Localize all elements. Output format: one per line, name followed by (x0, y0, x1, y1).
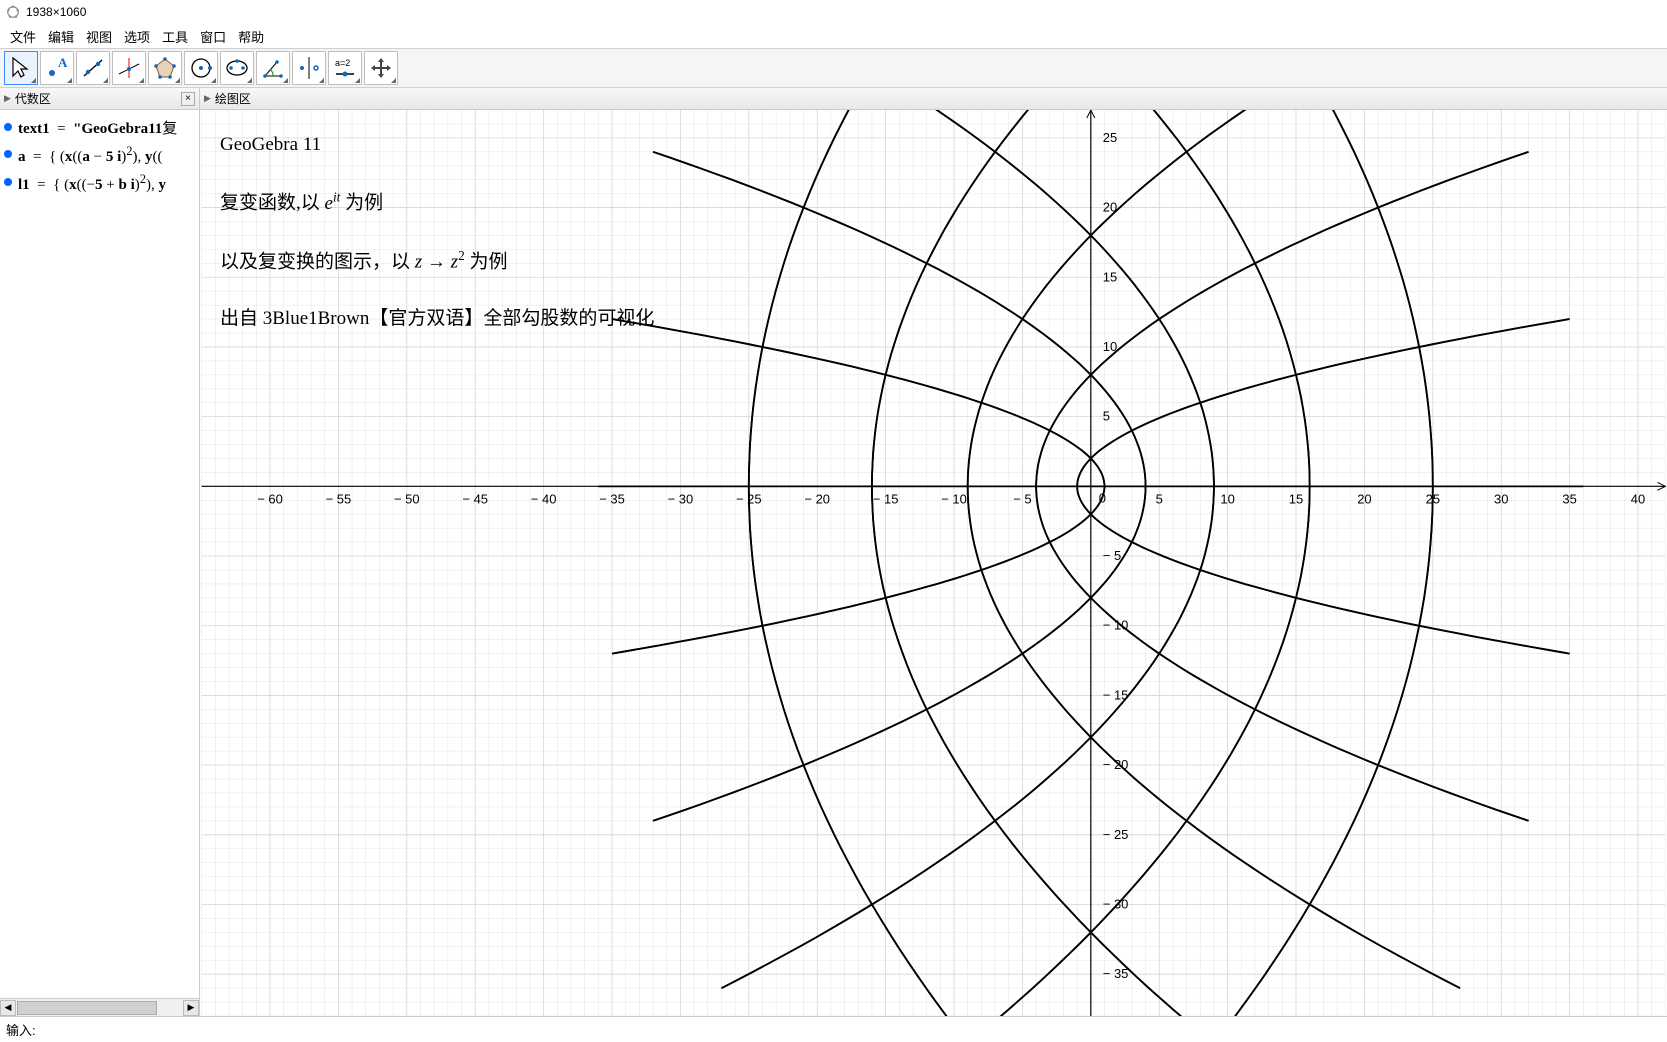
svg-text:− 25: − 25 (1103, 827, 1129, 842)
svg-text:40: 40 (1631, 491, 1645, 506)
scroll-right-icon[interactable]: ▶ (183, 1000, 199, 1016)
algebra-title: 代数区 (15, 90, 51, 107)
algebra-expr: l1 = { (x((−5 + b i)2), y (18, 172, 166, 194)
menu-edit[interactable]: 编辑 (44, 27, 78, 46)
tool-slider[interactable]: a=2 (328, 51, 362, 85)
input-label: 输入: (6, 1020, 36, 1039)
graphics-header[interactable]: ▶ 绘图区 (200, 88, 1667, 110)
tool-move[interactable] (4, 51, 38, 85)
window-dimensions: 1938×1060 (26, 5, 86, 19)
tool-polygon[interactable] (148, 51, 182, 85)
svg-text:− 10: − 10 (941, 491, 967, 506)
graphics-panel: ▶ 绘图区 − 60− 55− 50− 45− 40− 35− 30− 25− … (200, 88, 1667, 1016)
svg-text:− 50: − 50 (394, 491, 420, 506)
overlay-line4: 出自 3Blue1Brown【官方双语】全部勾股数的可视化 (220, 304, 654, 334)
algebra-list[interactable]: text1 = "GeoGebra11复 a = { (x((a − 5 i)2… (0, 110, 199, 998)
menu-bar: 文件 编辑 视图 选项 工具 窗口 帮助 (0, 24, 1667, 48)
algebra-expr: text1 = "GeoGebra11复 (18, 117, 177, 138)
tool-angle[interactable] (256, 51, 290, 85)
svg-text:− 60: − 60 (257, 491, 283, 506)
svg-text:− 20: − 20 (804, 491, 830, 506)
command-input[interactable] (40, 1020, 1661, 1040)
tool-line[interactable] (76, 51, 110, 85)
menu-view[interactable]: 视图 (82, 27, 116, 46)
geogebra-logo-icon (6, 5, 20, 19)
svg-text:− 15: − 15 (873, 491, 899, 506)
visibility-bullet-icon[interactable] (4, 178, 12, 186)
algebra-panel: ▶ 代数区 × text1 = "GeoGebra11复 a = { (x((a… (0, 88, 200, 1016)
svg-text:30: 30 (1494, 491, 1508, 506)
chevron-right-icon[interactable]: ▶ (4, 93, 11, 104)
tool-ellipse[interactable] (220, 51, 254, 85)
svg-text:− 35: − 35 (599, 491, 625, 506)
input-bar: 输入: (0, 1016, 1667, 1042)
svg-text:− 55: − 55 (326, 491, 352, 506)
algebra-item[interactable]: text1 = "GeoGebra11复 (2, 114, 197, 141)
overlay-text: GeoGebra 11 复变函数,以 eit 为例 以及复变换的图示，以 z →… (214, 126, 660, 364)
overlay-line3: 以及复变换的图示，以 z → z2 为例 (220, 245, 654, 278)
work-area: ▶ 代数区 × text1 = "GeoGebra11复 a = { (x((a… (0, 88, 1667, 1016)
tool-perpendicular[interactable] (112, 51, 146, 85)
algebra-item[interactable]: a = { (x((a − 5 i)2), y(( (2, 141, 197, 169)
tool-circle[interactable] (184, 51, 218, 85)
svg-text:− 30: − 30 (1103, 896, 1129, 911)
svg-text:35: 35 (1562, 491, 1576, 506)
svg-text:A: A (58, 55, 68, 70)
chevron-right-icon[interactable]: ▶ (204, 93, 211, 104)
svg-text:− 40: − 40 (531, 491, 557, 506)
graphics-title: 绘图区 (215, 90, 251, 107)
tool-move-view[interactable] (364, 51, 398, 85)
algebra-expr: a = { (x((a − 5 i)2), y(( (18, 144, 163, 166)
menu-tools[interactable]: 工具 (158, 27, 192, 46)
menu-window[interactable]: 窗口 (196, 27, 230, 46)
tool-reflect[interactable] (292, 51, 326, 85)
algebra-scrollbar[interactable]: ◀ ▶ (0, 998, 199, 1016)
algebra-item[interactable]: l1 = { (x((−5 + b i)2), y (2, 169, 197, 197)
svg-text:5: 5 (1103, 409, 1110, 424)
svg-text:5: 5 (1156, 491, 1163, 506)
visibility-bullet-icon[interactable] (4, 150, 12, 158)
svg-text:− 30: − 30 (668, 491, 694, 506)
scroll-thumb[interactable] (17, 1001, 157, 1015)
svg-text:15: 15 (1289, 491, 1303, 506)
menu-file[interactable]: 文件 (6, 27, 40, 46)
overlay-line1: GeoGebra 11 (220, 130, 654, 160)
menu-options[interactable]: 选项 (120, 27, 154, 46)
menu-help[interactable]: 帮助 (234, 27, 268, 46)
toolbar: A a=2 (0, 48, 1667, 88)
overlay-line2: 复变函数,以 eit 为例 (220, 186, 654, 219)
svg-text:25: 25 (1103, 130, 1117, 145)
svg-text:− 5: − 5 (1013, 491, 1031, 506)
svg-text:− 35: − 35 (1103, 966, 1129, 981)
svg-text:a=2: a=2 (335, 58, 350, 68)
svg-text:− 5: − 5 (1103, 548, 1121, 563)
visibility-bullet-icon[interactable] (4, 123, 12, 131)
svg-text:20: 20 (1357, 491, 1371, 506)
graphics-canvas[interactable]: − 60− 55− 50− 45− 40− 35− 30− 25− 20− 15… (200, 110, 1667, 1016)
close-icon[interactable]: × (181, 92, 195, 106)
scroll-left-icon[interactable]: ◀ (0, 1000, 16, 1016)
svg-text:10: 10 (1220, 491, 1234, 506)
svg-text:− 45: − 45 (462, 491, 488, 506)
title-bar: 1938×1060 (0, 0, 1667, 24)
svg-text:15: 15 (1103, 269, 1117, 284)
tool-point[interactable]: A (40, 51, 74, 85)
algebra-header[interactable]: ▶ 代数区 × (0, 88, 199, 110)
